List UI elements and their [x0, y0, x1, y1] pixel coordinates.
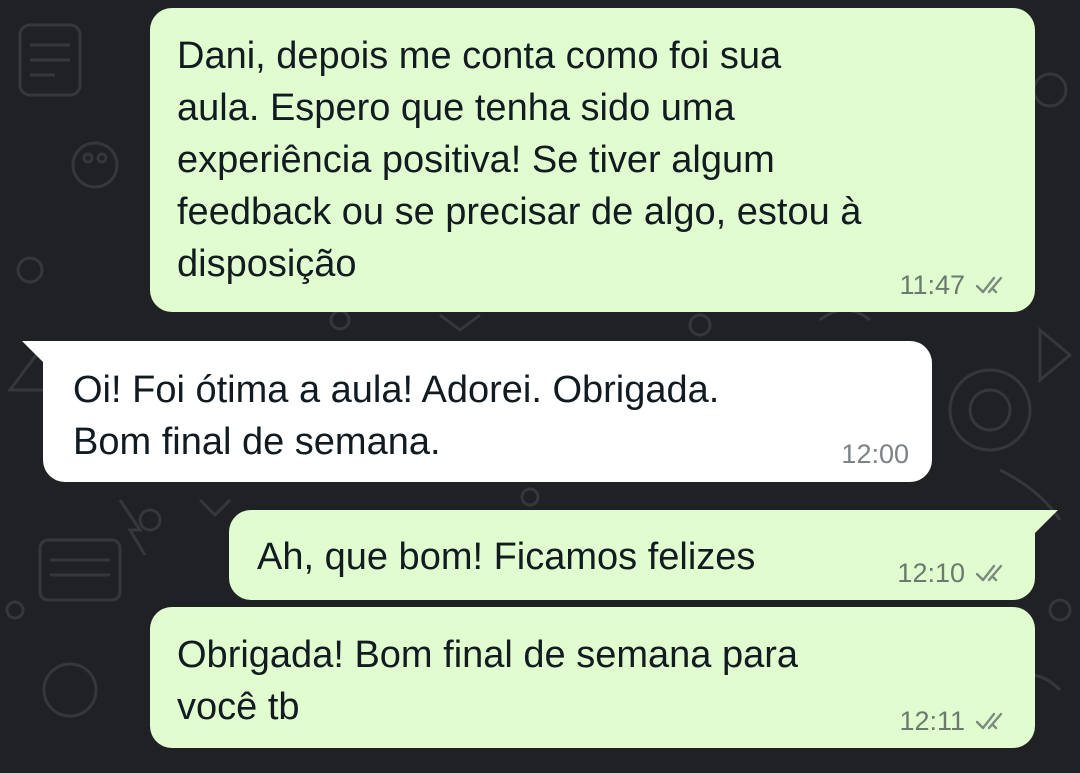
message-time: 12:10: [897, 558, 965, 588]
message-text: Oi! Foi ótima a aula! Adorei. Obrigada. …: [73, 369, 720, 463]
message-bubble-outgoing[interactable]: Ah, que bom! Ficamos felizes 12:10: [229, 510, 1035, 600]
message-text: Obrigada! Bom final de semana para você …: [177, 634, 799, 728]
message-bubble-incoming[interactable]: Oi! Foi ótima a aula! Adorei. Obrigada. …: [43, 341, 932, 482]
message-bubble-outgoing[interactable]: Dani, depois me conta como foi sua aula.…: [150, 8, 1035, 312]
double-check-icon: [975, 276, 1003, 294]
message-time: 12:00: [841, 439, 909, 469]
message-time: 11:47: [899, 270, 965, 300]
message-text: Dani, depois me conta como foi sua aula.…: [177, 35, 862, 285]
message-bubble-outgoing[interactable]: Obrigada! Bom final de semana para você …: [150, 607, 1035, 748]
message-meta: 12:11: [899, 706, 1009, 736]
message-meta: 11:47: [899, 270, 1009, 300]
message-meta: 12:10: [897, 558, 1009, 588]
message-time: 12:11: [899, 706, 965, 736]
message-meta: 12:00: [841, 439, 909, 469]
double-check-icon: [975, 564, 1003, 582]
double-check-icon: [975, 712, 1003, 730]
